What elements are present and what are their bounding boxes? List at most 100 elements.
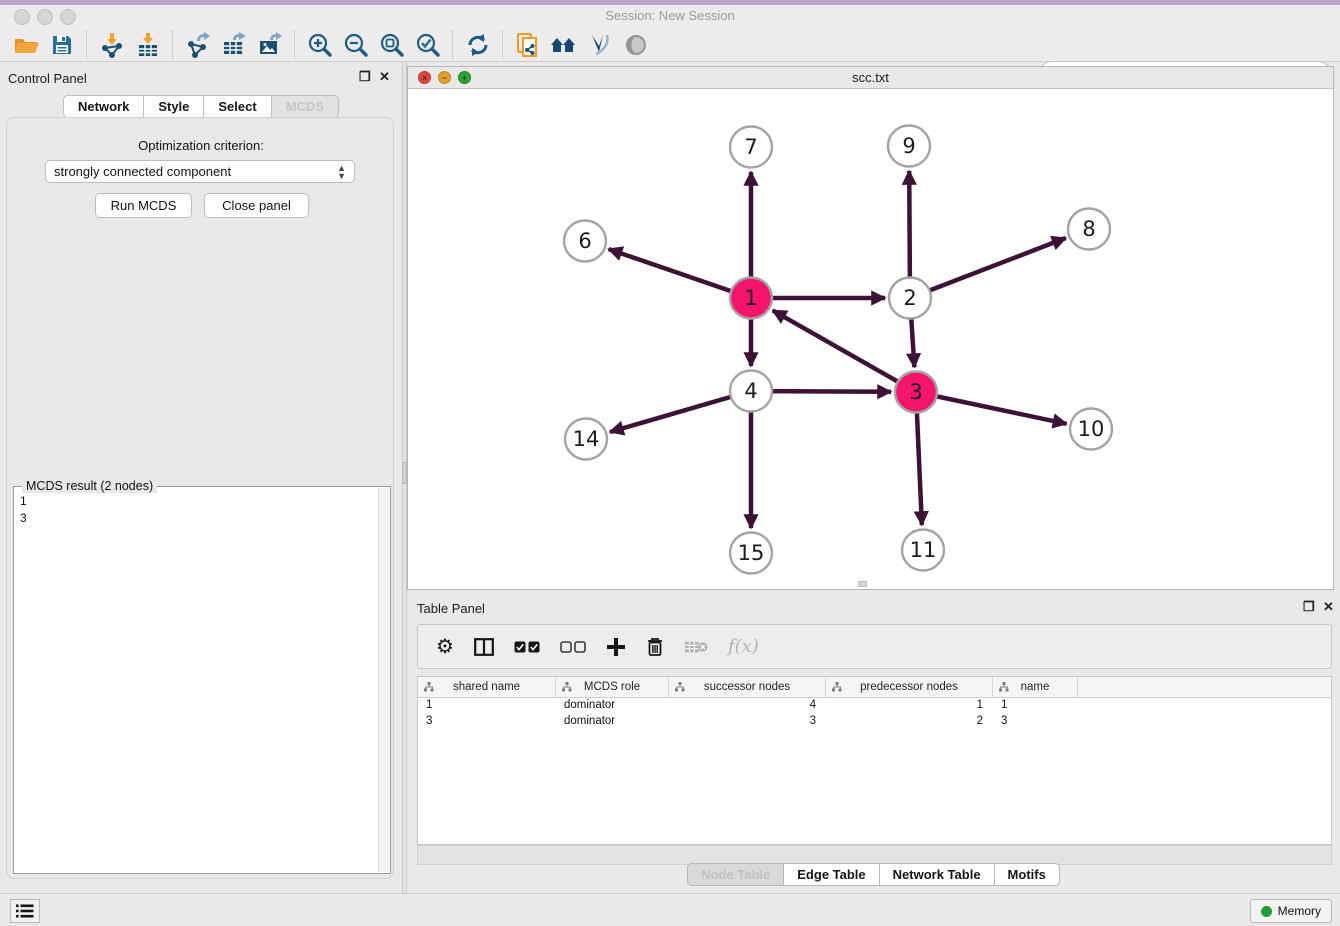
import-network-icon — [99, 32, 125, 58]
select-all-button[interactable] — [514, 641, 540, 653]
memory-button[interactable]: Memory — [1250, 899, 1332, 923]
result-item: 1 — [20, 493, 378, 510]
zoom-in-button[interactable] — [302, 30, 338, 60]
table-row[interactable]: 1dominator411 — [418, 698, 1331, 714]
close-mcds-panel-button[interactable]: Close panel — [204, 193, 309, 218]
table-settings-button[interactable]: ⚙ — [436, 637, 454, 657]
window-resize-grip[interactable] — [858, 581, 867, 587]
table-body: 1dominator4113dominator323 — [418, 698, 1331, 730]
table-scrollbar-strip[interactable] — [417, 845, 1332, 865]
sort-icon — [999, 682, 1009, 692]
tab-network[interactable]: Network — [63, 95, 144, 118]
split-view-button[interactable] — [474, 638, 494, 656]
node-label: 8 — [1082, 217, 1095, 241]
node-4[interactable]: 4 — [730, 371, 772, 412]
delete-column-button[interactable] — [646, 636, 664, 657]
column-header-name[interactable]: name — [993, 677, 1078, 697]
float-panel-button[interactable]: ❐ — [359, 70, 371, 84]
result-scrollbar[interactable] — [378, 488, 389, 872]
table-cell[interactable]: 1 — [418, 698, 556, 714]
table-cell[interactable]: 3 — [993, 714, 1078, 730]
toolbar-separator — [502, 31, 504, 59]
table-cell[interactable]: 1 — [993, 698, 1078, 714]
node-8[interactable]: 8 — [1068, 209, 1110, 250]
table-cell[interactable]: 2 — [826, 714, 993, 730]
table-cell[interactable]: 3 — [418, 714, 556, 730]
node-2[interactable]: 2 — [889, 278, 931, 319]
node-6[interactable]: 6 — [564, 221, 606, 262]
column-label: successor nodes — [704, 681, 790, 693]
deselect-all-button[interactable] — [560, 641, 586, 653]
session-title: Session: New Session — [0, 8, 1340, 23]
column-header-shared-name[interactable]: shared name — [418, 677, 556, 697]
float-table-panel-button[interactable]: ❐ — [1303, 600, 1315, 614]
zoom-out-button[interactable] — [338, 30, 374, 60]
column-header-successor-nodes[interactable]: successor nodes — [669, 677, 826, 697]
node-3[interactable]: 3 — [895, 372, 937, 413]
export-image-icon — [257, 32, 283, 58]
tab-mcds[interactable]: MCDS — [272, 95, 339, 118]
export-image-button[interactable] — [252, 30, 288, 60]
network-view-window: × − + scc.txt 1 2 3 4 6 7 8 9 10 11 14 15 — [407, 66, 1334, 590]
tab-edge-table[interactable]: Edge Table — [784, 863, 879, 886]
node-14[interactable]: 14 — [565, 419, 607, 460]
node-15[interactable]: 15 — [730, 533, 772, 574]
run-mcds-button[interactable]: Run MCDS — [95, 193, 192, 218]
import-network-button[interactable] — [94, 30, 130, 60]
export-network-button[interactable] — [180, 30, 216, 60]
criterion-select[interactable]: strongly connected component ▲▼ — [45, 160, 355, 183]
open-session-button[interactable] — [8, 30, 44, 60]
zoom-fit-icon — [379, 32, 405, 58]
close-panel-button[interactable]: ✕ — [379, 70, 390, 84]
node-10[interactable]: 10 — [1070, 409, 1112, 450]
table-panel: Table Panel ❐ ✕ ⚙ — [407, 595, 1340, 890]
node-1[interactable]: 1 — [730, 278, 772, 319]
node-9[interactable]: 9 — [888, 126, 930, 167]
table-header-row: shared nameMCDS role successor nodes prede… — [418, 677, 1331, 698]
toolbar-separator — [452, 31, 454, 59]
network-canvas[interactable]: 1 2 3 4 6 7 8 9 10 11 14 15 — [408, 89, 1333, 589]
edge-1-6[interactable] — [609, 249, 751, 298]
table-cell[interactable]: dominator — [556, 698, 669, 714]
node-label: 11 — [910, 538, 937, 562]
edge-3-10[interactable] — [916, 392, 1067, 424]
export-table-button[interactable] — [216, 30, 252, 60]
add-column-button[interactable] — [606, 637, 626, 657]
clone-network-button[interactable] — [510, 30, 546, 60]
table-cell[interactable]: 1 — [826, 698, 993, 714]
zoom-fit-button[interactable] — [374, 30, 410, 60]
tab-network-table[interactable]: Network Table — [880, 863, 995, 886]
hide-graphics-button[interactable] — [618, 30, 654, 60]
refresh-style-button[interactable] — [460, 30, 496, 60]
tab-select[interactable]: Select — [204, 95, 271, 118]
zoom-selected-icon — [415, 32, 441, 58]
vizmapper-icon — [587, 32, 613, 58]
tab-node-table[interactable]: Node Table — [687, 863, 784, 886]
node-7[interactable]: 7 — [730, 127, 772, 168]
eye-icon — [623, 32, 649, 58]
tab-style[interactable]: Style — [144, 95, 204, 118]
import-table-button[interactable] — [130, 30, 166, 60]
save-icon — [50, 33, 74, 57]
table-cell[interactable]: 4 — [669, 698, 826, 714]
edge-3-1[interactable] — [773, 310, 916, 392]
edge-2-8[interactable] — [910, 238, 1066, 298]
column-header-predecessor-nodes[interactable]: predecessor nodes — [826, 677, 993, 697]
network-window-titlebar: × − + scc.txt — [408, 67, 1333, 89]
first-neighbors-button[interactable] — [546, 30, 582, 60]
result-item: 3 — [20, 510, 378, 527]
tab-motifs[interactable]: Motifs — [995, 863, 1060, 886]
export-network-icon — [185, 32, 211, 58]
close-table-panel-button[interactable]: ✕ — [1323, 600, 1334, 614]
vizmapper-button[interactable] — [582, 30, 618, 60]
zoom-selected-button[interactable] — [410, 30, 446, 60]
node-11[interactable]: 11 — [902, 530, 944, 571]
table-row[interactable]: 3dominator323 — [418, 714, 1331, 730]
task-history-button[interactable] — [10, 899, 40, 923]
column-header-MCDS-role[interactable]: MCDS role — [556, 677, 669, 697]
table-cell[interactable]: 3 — [669, 714, 826, 730]
select-stepper-icon: ▲▼ — [337, 164, 346, 180]
table-cell[interactable]: dominator — [556, 714, 669, 730]
save-session-button[interactable] — [44, 30, 80, 60]
table-toolbar: ⚙ — [417, 624, 1332, 669]
